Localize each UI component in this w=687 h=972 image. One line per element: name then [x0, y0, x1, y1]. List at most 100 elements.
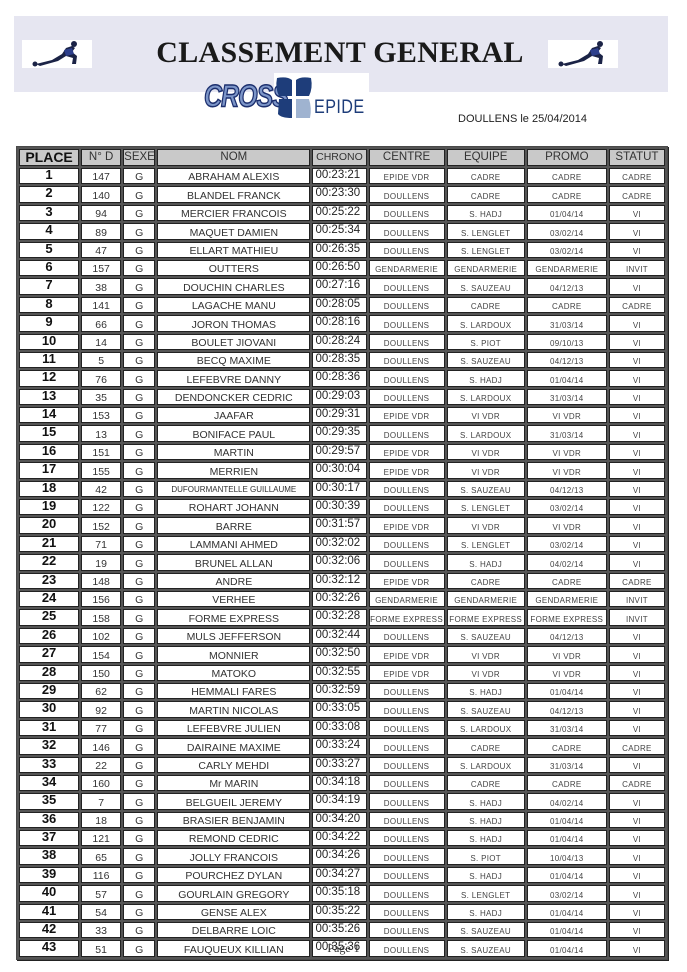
- result-bib-number: 62: [81, 682, 122, 700]
- result-equipe: FORME EXPRESS: [446, 609, 525, 626]
- result-equipe: S. LENGLET: [446, 223, 525, 240]
- result-chrono: 00:35:22: [312, 903, 367, 921]
- table-row: 36 18 G BRASIER BENJAMIN 00:34:20 DOULLENS S. …: [19, 811, 665, 829]
- result-nom: MARTIN NICOLAS: [157, 701, 311, 718]
- result-sexe: G: [123, 701, 156, 718]
- result-centre: DOULLENS: [368, 830, 445, 847]
- result-promo: 01/04/14: [526, 830, 607, 847]
- result-statut: VI: [608, 278, 665, 295]
- result-statut: VI: [608, 351, 665, 369]
- result-sexe: G: [123, 646, 156, 663]
- result-sexe: G: [123, 351, 156, 369]
- result-chrono: 00:26:50: [312, 259, 367, 277]
- result-equipe: S. HADJ: [446, 370, 525, 387]
- result-bib-number: 65: [81, 848, 122, 865]
- result-equipe: S. LARDOUX: [446, 719, 525, 737]
- result-place: 4: [19, 223, 80, 240]
- result-sexe: G: [123, 590, 156, 608]
- result-promo: 01/04/14: [526, 682, 607, 700]
- result-statut: VI: [608, 719, 665, 737]
- result-bib-number: 160: [81, 774, 122, 792]
- table-row: 38 65 G JOLLY FRANCOIS 00:34:26 DOULLENS S. PI…: [19, 848, 665, 865]
- result-bib-number: 47: [81, 241, 122, 258]
- result-promo: VI VDR: [526, 646, 607, 663]
- table-row: 26 102 G MULS JEFFERSON 00:32:44 DOULLENS S. S…: [19, 627, 665, 645]
- result-statut: CADRE: [608, 738, 665, 755]
- result-bib-number: 153: [81, 407, 122, 424]
- result-nom: BRUNEL ALLAN: [157, 554, 311, 571]
- result-sexe: G: [123, 278, 156, 295]
- result-promo: 01/04/14: [526, 903, 607, 921]
- result-statut: VI: [608, 315, 665, 332]
- result-equipe: S. HADJ: [446, 793, 525, 810]
- result-sexe: G: [123, 407, 156, 424]
- result-centre: DOULLENS: [368, 627, 445, 645]
- result-centre: DOULLENS: [368, 903, 445, 921]
- result-promo: 04/12/13: [526, 351, 607, 369]
- result-bib-number: 94: [81, 204, 122, 222]
- result-place: 8: [19, 296, 80, 314]
- result-centre: DOULLENS: [368, 848, 445, 865]
- result-statut: VI: [608, 830, 665, 847]
- result-chrono: 00:28:36: [312, 370, 367, 387]
- result-statut: VI: [608, 535, 665, 553]
- result-bib-number: 33: [81, 922, 122, 939]
- result-statut: VI: [608, 407, 665, 424]
- result-sexe: G: [123, 830, 156, 847]
- result-statut: VI: [608, 646, 665, 663]
- result-bib-number: 155: [81, 462, 122, 479]
- result-centre: EPIDE VDR: [368, 664, 445, 681]
- result-chrono: 00:29:31: [312, 407, 367, 424]
- table-row: 2 140 G BLANDEL FRANCK 00:23:30 DOULLENS CADRE…: [19, 186, 665, 203]
- result-centre: EPIDE VDR: [368, 407, 445, 424]
- result-promo: 04/12/13: [526, 627, 607, 645]
- result-statut: INVIT: [608, 259, 665, 277]
- result-equipe: S. LARDOUX: [446, 425, 525, 442]
- result-nom: BLANDEL FRANCK: [157, 186, 311, 203]
- result-chrono: 00:29:35: [312, 425, 367, 442]
- result-chrono: 00:33:08: [312, 719, 367, 737]
- runner-image-left: [22, 40, 92, 68]
- table-row: 22 19 G BRUNEL ALLAN 00:32:06 DOULLENS S. HADJ…: [19, 554, 665, 571]
- table-header-row: PLACE N° D SEXE NOM CHRONO CENTRE EQUIPE…: [19, 149, 665, 166]
- column-header-bib: N° D: [81, 149, 122, 166]
- result-centre: GENDARMERIE: [368, 259, 445, 277]
- result-promo: VI VDR: [526, 407, 607, 424]
- result-nom: LAMMANI AHMED: [157, 535, 311, 553]
- result-promo: 04/12/13: [526, 480, 607, 498]
- result-centre: DOULLENS: [368, 186, 445, 203]
- result-promo: 04/02/14: [526, 793, 607, 810]
- result-promo: CADRE: [526, 296, 607, 314]
- result-place: 5: [19, 241, 80, 258]
- table-row: 37 121 G REMOND CEDRIC 00:34:22 DOULLENS S. HA…: [19, 830, 665, 847]
- result-nom: ABRAHAM ALEXIS: [157, 168, 311, 185]
- result-centre: DOULLENS: [368, 756, 445, 773]
- result-place: 10: [19, 333, 80, 350]
- result-nom: ELLART MATHIEU: [157, 241, 311, 258]
- column-header-sexe: SEXE: [123, 149, 156, 166]
- result-nom: Mr MARIN: [157, 774, 311, 792]
- result-sexe: G: [123, 315, 156, 332]
- result-chrono: 00:32:59: [312, 682, 367, 700]
- table-row: 32 146 G DAIRAINE MAXIME 00:33:24 DOULLENS CAD…: [19, 738, 665, 755]
- result-promo: 03/02/14: [526, 499, 607, 516]
- result-promo: 01/04/14: [526, 811, 607, 829]
- table-row: 24 156 G VERHEE 00:32:26 GENDARMERIE GENDARMER…: [19, 590, 665, 608]
- result-place: 30: [19, 701, 80, 718]
- result-centre: FORME EXPRESS: [368, 609, 445, 626]
- result-centre: DOULLENS: [368, 480, 445, 498]
- result-sexe: G: [123, 848, 156, 865]
- result-promo: 31/03/14: [526, 756, 607, 773]
- result-equipe: VI VDR: [446, 664, 525, 681]
- runner-image-right: [548, 40, 618, 68]
- result-sexe: G: [123, 499, 156, 516]
- result-chrono: 00:32:12: [312, 572, 367, 589]
- result-chrono: 00:32:55: [312, 664, 367, 681]
- result-centre: DOULLENS: [368, 351, 445, 369]
- result-bib-number: 57: [81, 885, 122, 902]
- result-centre: GENDARMERIE: [368, 590, 445, 608]
- result-nom: DENDONCKER CEDRIC: [157, 388, 311, 406]
- result-statut: VI: [608, 756, 665, 773]
- result-nom: VERHEE: [157, 590, 311, 608]
- result-promo: GENDARMERIE: [526, 590, 607, 608]
